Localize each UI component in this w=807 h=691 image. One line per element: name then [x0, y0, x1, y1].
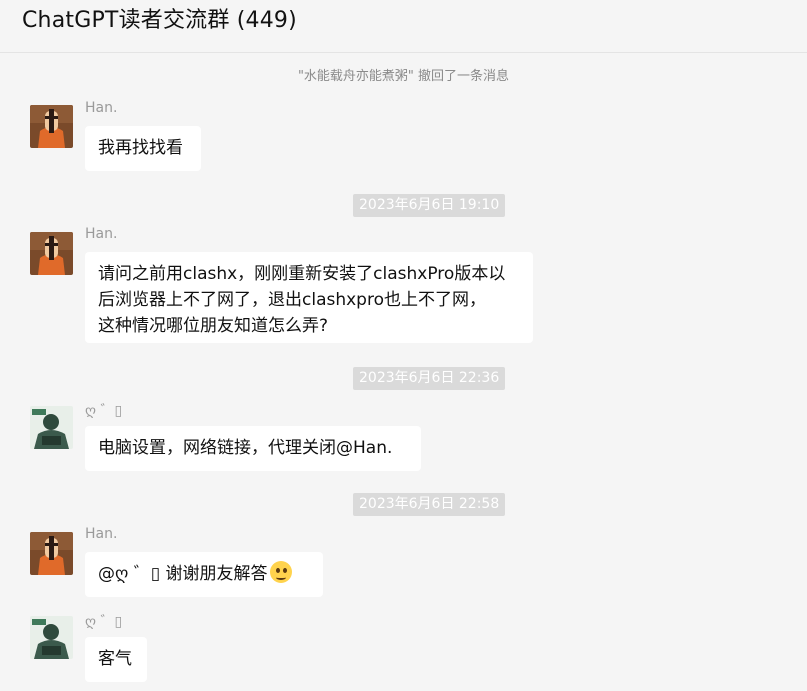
sender-name: Han. [85, 526, 118, 542]
message-line: 请问之前用clashx，刚刚重新安装了clashxPro版本以 [98, 264, 506, 284]
message-text: 电脑设置，网络链接，代理关闭@Han. [98, 438, 393, 458]
message-bubble[interactable]: 客气 [85, 637, 147, 682]
message-bubble[interactable]: 我再找找看 [85, 126, 201, 171]
message-list[interactable]: "水能载舟亦能煮粥" 撤回了一条消息 Han. 我再找找看 2023年6月6日 … [0, 53, 807, 691]
avatar-han[interactable] [30, 532, 73, 575]
message-bubble[interactable]: @ღ ゛▯ 谢谢朋友解答 [85, 552, 323, 597]
sender-name: ღ ゛▯ [85, 614, 123, 630]
message-line: 这种情况哪位朋友知道怎么弄? [98, 316, 329, 336]
avatar-han[interactable] [30, 105, 73, 148]
message-text: 我再找找看 [98, 138, 183, 158]
timestamp: 2023年6月6日 22:36 [353, 367, 506, 390]
chat-title[interactable]: ChatGPT读者交流群 (449) [22, 2, 297, 34]
recall-notice: "水能载舟亦能煮粥" 撤回了一条消息 [297, 69, 510, 84]
timestamp: 2023年6月6日 22:58 [353, 493, 506, 516]
chat-header: ChatGPT读者交流群 (449) [0, 0, 807, 53]
sender-name: Han. [85, 226, 118, 242]
message-bubble[interactable]: 请问之前用clashx，刚刚重新安装了clashxPro版本以 后浏览器上不了网… [85, 252, 533, 343]
avatar-han[interactable] [30, 232, 73, 275]
sender-name: ღ ゛▯ [85, 403, 123, 419]
avatar-member[interactable] [30, 616, 73, 659]
sender-name: Han. [85, 100, 118, 116]
timestamp: 2023年6月6日 19:10 [353, 194, 506, 217]
avatar-member[interactable] [30, 406, 73, 449]
message-line: 后浏览器上不了网了，退出clashxpro也上不了网， [98, 290, 486, 310]
thinking-face-icon [269, 561, 292, 583]
message-text: @ღ ゛▯ 谢谢朋友解答 [98, 564, 268, 584]
message-text: 客气 [98, 649, 132, 669]
message-bubble[interactable]: 电脑设置，网络链接，代理关闭@Han. [85, 426, 421, 471]
